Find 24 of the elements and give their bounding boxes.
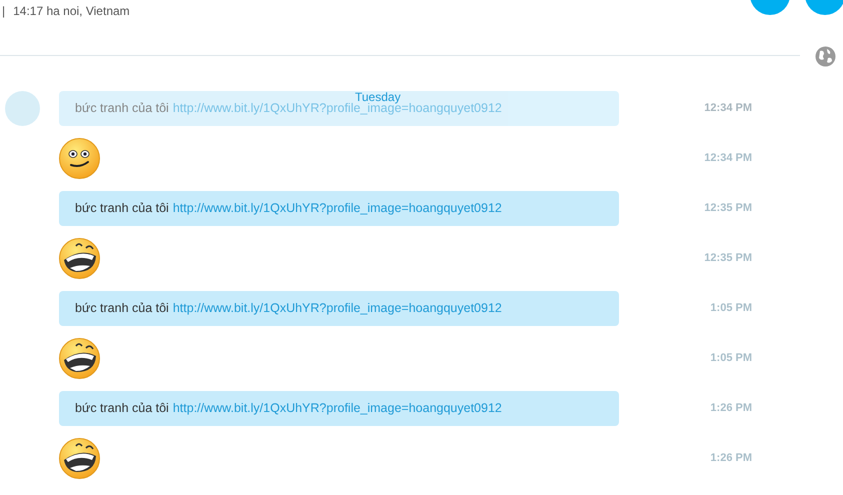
message-time: 12:35 PM: [703, 252, 752, 264]
laughing-face-icon: [59, 238, 100, 278]
message-time: 1:26 PM: [709, 402, 752, 414]
laughing-face-icon: [59, 438, 100, 478]
message-link[interactable]: http://www.bit.ly/1QxUhYR?profile_image=hoangquyet0912: [172, 301, 502, 315]
globe-icon[interactable]: [815, 46, 836, 66]
message-time: 1:05 PM: [709, 302, 752, 314]
separator-text: |: [2, 4, 6, 18]
message-text: bức tranh của tôi: [75, 101, 169, 115]
message-text: bức tranh của tôi: [75, 401, 169, 415]
location-status: 14:17 ha noi, Vietnam: [13, 4, 130, 18]
message-text: bức tranh của tôi: [75, 301, 169, 315]
message-time: 12:35 PM: [703, 202, 752, 214]
message-text: bức tranh của tôi: [75, 201, 169, 215]
avatar: [5, 90, 40, 126]
laughing-face-icon: [59, 338, 100, 378]
message-time: 12:34 PM: [703, 152, 752, 164]
smiley-icon: [59, 138, 100, 178]
message-time: 12:34 PM: [703, 102, 752, 114]
message-link[interactable]: http://www.bit.ly/1QxUhYR?profile_image=hoangquyet0912: [172, 201, 502, 215]
day-label: Tuesday: [355, 90, 401, 104]
message-link[interactable]: http://www.bit.ly/1QxUhYR?profile_image=hoangquyet0912: [172, 401, 502, 415]
message-time: 1:26 PM: [709, 452, 752, 464]
message-time: 1:05 PM: [709, 352, 752, 364]
